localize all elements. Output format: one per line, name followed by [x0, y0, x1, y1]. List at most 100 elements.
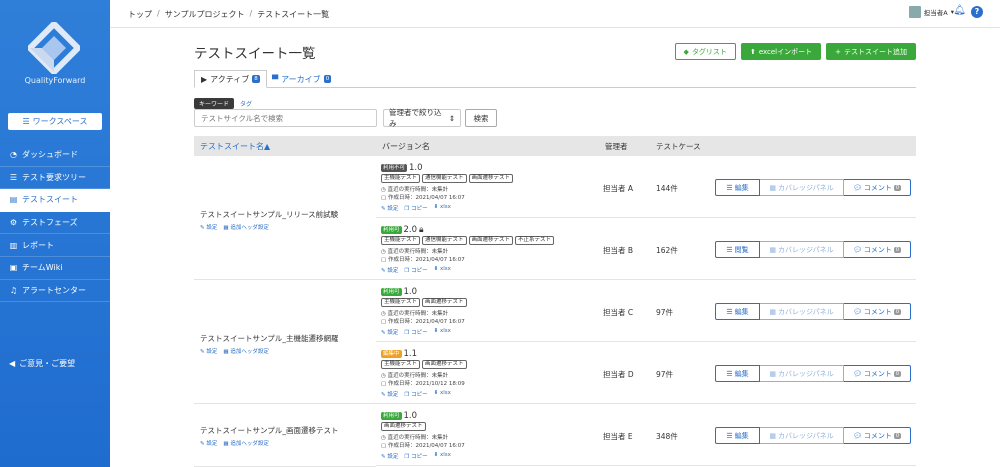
filter-tabs: キーワード タグ [194, 98, 252, 109]
sidebar-item-test-suite[interactable]: ▤ テストスイート [0, 189, 110, 212]
status-badge: 利用不可 [381, 164, 408, 172]
feedback-link[interactable]: ◀ ご意見・ご要望 [9, 358, 75, 369]
help-icon[interactable]: ? [971, 6, 983, 18]
version-head: 利用不可 1.0 [381, 163, 423, 173]
version-xlsx-link[interactable]: ⬇ xlsx [434, 204, 451, 212]
search-input[interactable] [194, 109, 377, 127]
page-title: テストスイート一覧 [194, 46, 316, 62]
test-tag: 主機能テスト [381, 298, 421, 307]
version-copy-link[interactable]: ❐ コピー [404, 204, 427, 212]
column-header-cases: テストケース [656, 141, 701, 151]
status-badge: 利用可 [381, 226, 402, 234]
version-name[interactable]: 1.1 [404, 349, 418, 359]
owner-cell: 担当者 C [603, 308, 634, 317]
tag-list-button[interactable]: ◆ タグリスト [674, 43, 736, 60]
coverage-panel-button[interactable]: ▦ カバレッジパネル [760, 427, 844, 444]
bell-icon[interactable]: 🔔︎ [953, 5, 966, 16]
test-tag: 通信機能テスト [422, 174, 467, 183]
coverage-panel-button[interactable]: ▦ カバレッジパネル [760, 303, 844, 320]
cases-cell: 97件 [656, 308, 674, 317]
version-copy-link[interactable]: ❐ コピー [404, 266, 427, 274]
owner-filter-select[interactable]: 管理者で絞り込み ⇕ [383, 108, 461, 128]
edit-button[interactable]: ☰ 編集 [715, 365, 760, 382]
version-settings-link[interactable]: ✎ 設定 [381, 328, 398, 336]
edit-button[interactable]: ☰ 編集 [715, 427, 760, 444]
suite-header-settings-link[interactable]: ▦ 追加ヘッダ設定 [223, 223, 268, 231]
sidebar-item-team-wiki[interactable]: ▣ チームWiki [0, 257, 110, 280]
comment-button[interactable]: 💬︎ コメント 0 [844, 179, 911, 196]
grid-icon: ▦ [769, 431, 777, 440]
breadcrumb-top[interactable]: トップ [128, 9, 152, 20]
archive-icon: ▀ [272, 74, 279, 84]
edit-button[interactable]: ☰ 編集 [715, 303, 760, 320]
add-suite-button[interactable]: + テストスイート追加 [826, 43, 916, 60]
last-run: ◷ 直近の実行時間：未集計 [381, 311, 449, 317]
coverage-panel-button[interactable]: ▦ カバレッジパネル [760, 241, 844, 258]
version-settings-link[interactable]: ✎ 設定 [381, 204, 398, 212]
suite-header-settings-link[interactable]: ▦ 追加ヘッダ設定 [223, 347, 268, 355]
sidebar-item-requirement-tree[interactable]: ☰ テスト要求ツリー [0, 167, 110, 190]
version-xlsx-link[interactable]: ⬇ xlsx [434, 328, 451, 336]
version-copy-link[interactable]: ❐ コピー [404, 390, 427, 398]
column-header-suite[interactable]: テストスイート名▲ [200, 136, 270, 156]
version-name[interactable]: 1.0 [409, 163, 423, 173]
version-name[interactable]: 1.0 [404, 287, 418, 297]
list-icon: ☰ [9, 172, 18, 182]
sidebar-item-test-phase[interactable]: ⚙ テストフェーズ [0, 212, 110, 235]
breadcrumb-project[interactable]: サンプルプロジェクト [165, 9, 245, 20]
tag-list-label: タグリスト [691, 47, 727, 56]
suite-settings-link[interactable]: ✎ 設定 [200, 223, 217, 231]
edit-button[interactable]: ☰ 閲覧 [715, 241, 760, 258]
version-name[interactable]: 1.0 [404, 411, 418, 421]
sidebar-item-label: ダッシュボード [22, 150, 78, 160]
sidebar-item-report[interactable]: ▥ レポート [0, 234, 110, 257]
comment-button[interactable]: 💬︎ コメント 0 [844, 427, 911, 444]
version-settings-link[interactable]: ✎ 設定 [381, 452, 398, 460]
comment-button[interactable]: 💬︎ コメント 0 [844, 365, 911, 382]
keyword-tab[interactable]: キーワード [194, 98, 235, 109]
coverage-panel-button[interactable]: ▦ カバレッジパネル [760, 365, 844, 382]
sidebar-item-alert-center[interactable]: ♫ アラートセンター [0, 280, 110, 303]
version-copy-link[interactable]: ❐ コピー [404, 328, 427, 336]
tag-list: 主機能テスト 通信機能テスト 画面遷移テスト 不正系テスト [381, 236, 555, 245]
tab-active[interactable]: ▶ アクティブ 8 [194, 70, 267, 88]
version-name[interactable]: 2.0 [404, 225, 418, 235]
tab-count-badge: 8 [252, 75, 260, 83]
comment-button[interactable]: 💬︎ コメント 0 [844, 241, 911, 258]
last-run: ◷ 直近の実行時間：未集計 [381, 435, 449, 441]
bell-icon: ♫ [9, 285, 18, 295]
book-icon: ▣ [9, 263, 18, 273]
user-menu[interactable]: 担当者A ▾ [908, 6, 954, 18]
version-xlsx-link[interactable]: ⬇ xlsx [434, 266, 451, 274]
status-badge: 編集中 [381, 350, 402, 358]
sidebar-item-label: レポート [22, 240, 54, 250]
created-date: ▢ 作成日時：2021/04/07 16:07 [381, 195, 465, 201]
workspace-button[interactable]: ☰ ワークスペース [8, 113, 102, 130]
edit-button[interactable]: ☰ 編集 [715, 179, 760, 196]
list-icon: ☰ [22, 117, 30, 126]
excel-import-button[interactable]: ⬆ excelインポート [740, 43, 822, 60]
version-links: ✎ 設定 ❐ コピー ⬇ xlsx [381, 204, 451, 212]
suite-name: テストスイートサンプル_主機能遷移網羅 [200, 334, 339, 343]
tag-tab[interactable]: タグ [240, 99, 252, 108]
suite-header-settings-link[interactable]: ▦ 追加ヘッダ設定 [223, 439, 268, 447]
row-actions: ☰ 閲覧 ▦ カバレッジパネル 💬︎ コメント 0 [715, 241, 911, 258]
logo-text: QualityForward [24, 76, 86, 85]
suite-settings-link[interactable]: ✎ 設定 [200, 347, 217, 355]
sidebar-item-dashboard[interactable]: ◔ ダッシュボード [0, 144, 110, 167]
version-copy-link[interactable]: ❐ コピー [404, 452, 427, 460]
comment-button[interactable]: 💬︎ コメント 0 [844, 303, 911, 320]
suite-settings-link[interactable]: ✎ 設定 [200, 439, 217, 447]
version-settings-link[interactable]: ✎ 設定 [381, 390, 398, 398]
quality-forward-logo[interactable] [28, 22, 80, 74]
sidebar: QualityForward ☰ ワークスペース ◔ ダッシュボード ☰ テスト… [0, 0, 110, 467]
tab-archive[interactable]: ▀ アーカイブ 0 [266, 70, 337, 88]
version-settings-link[interactable]: ✎ 設定 [381, 266, 398, 274]
list-icon: ☰ [726, 183, 733, 192]
search-button[interactable]: 検索 [465, 109, 497, 127]
last-run: ◷ 直近の実行時間：未集計 [381, 187, 449, 193]
version-xlsx-link[interactable]: ⬇ xlsx [434, 390, 451, 398]
version-head: 利用可 2.0 🔒︎ [381, 225, 424, 235]
version-xlsx-link[interactable]: ⬇ xlsx [434, 452, 451, 460]
coverage-panel-button[interactable]: ▦ カバレッジパネル [760, 179, 844, 196]
